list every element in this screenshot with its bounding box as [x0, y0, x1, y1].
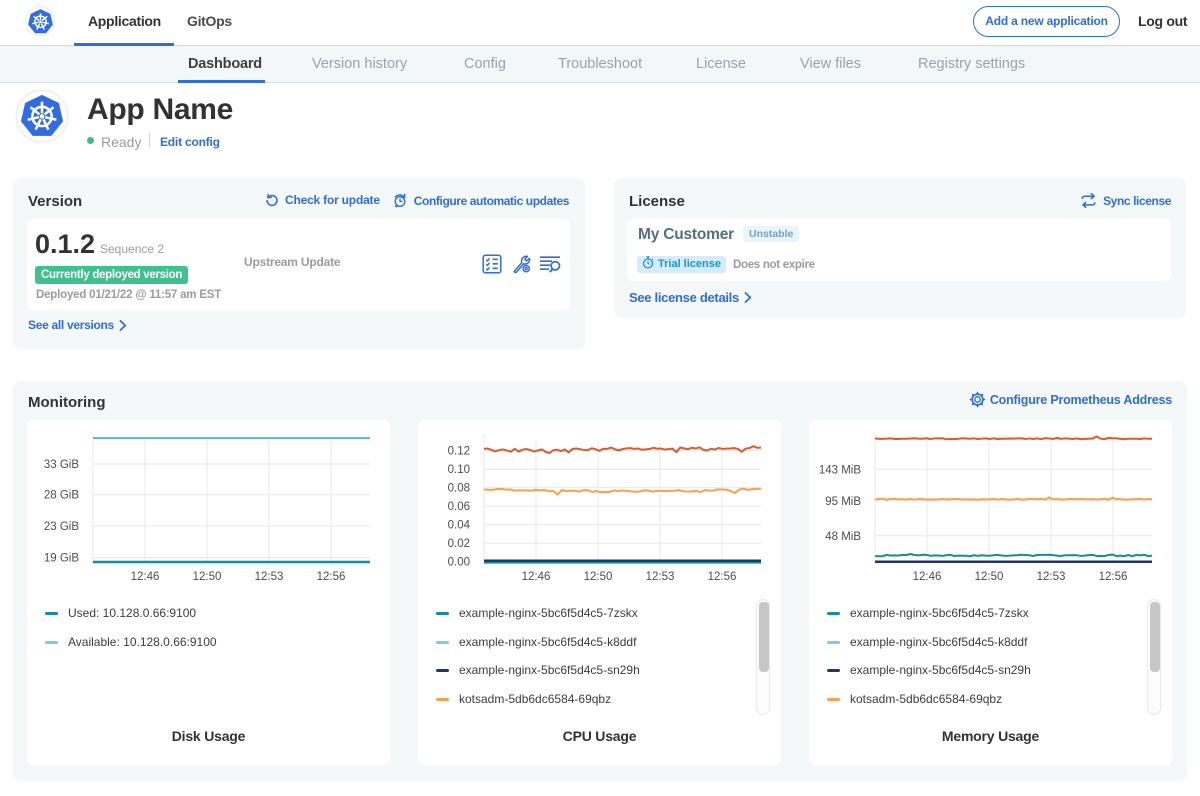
svg-text:28 GiB: 28 GiB: [44, 490, 79, 502]
svg-text:0.06: 0.06: [448, 501, 470, 513]
svg-text:12:46: 12:46: [131, 571, 160, 583]
svg-text:12:53: 12:53: [1037, 571, 1066, 583]
svg-text:143 MiB: 143 MiB: [819, 464, 862, 476]
svg-text:12:50: 12:50: [584, 571, 613, 583]
svg-text:12:46: 12:46: [913, 571, 942, 583]
svg-text:95 MiB: 95 MiB: [825, 496, 861, 508]
svg-text:12:46: 12:46: [522, 571, 551, 583]
svg-text:12:50: 12:50: [975, 571, 1004, 583]
svg-text:12:56: 12:56: [1099, 571, 1128, 583]
svg-text:0.08: 0.08: [448, 483, 470, 495]
svg-text:0.10: 0.10: [448, 464, 470, 476]
svg-text:19 GiB: 19 GiB: [44, 553, 79, 565]
svg-text:23 GiB: 23 GiB: [44, 521, 79, 533]
svg-text:12:50: 12:50: [193, 571, 222, 583]
svg-text:48 MiB: 48 MiB: [825, 531, 861, 543]
svg-text:12:56: 12:56: [317, 571, 346, 583]
svg-text:0.12: 0.12: [448, 446, 470, 458]
svg-text:12:53: 12:53: [255, 571, 284, 583]
svg-text:0.00: 0.00: [448, 557, 470, 569]
svg-text:0.04: 0.04: [448, 520, 471, 532]
svg-text:0.02: 0.02: [448, 538, 470, 550]
svg-text:33 GiB: 33 GiB: [44, 459, 79, 471]
svg-text:12:53: 12:53: [646, 571, 675, 583]
svg-text:12:56: 12:56: [708, 571, 737, 583]
